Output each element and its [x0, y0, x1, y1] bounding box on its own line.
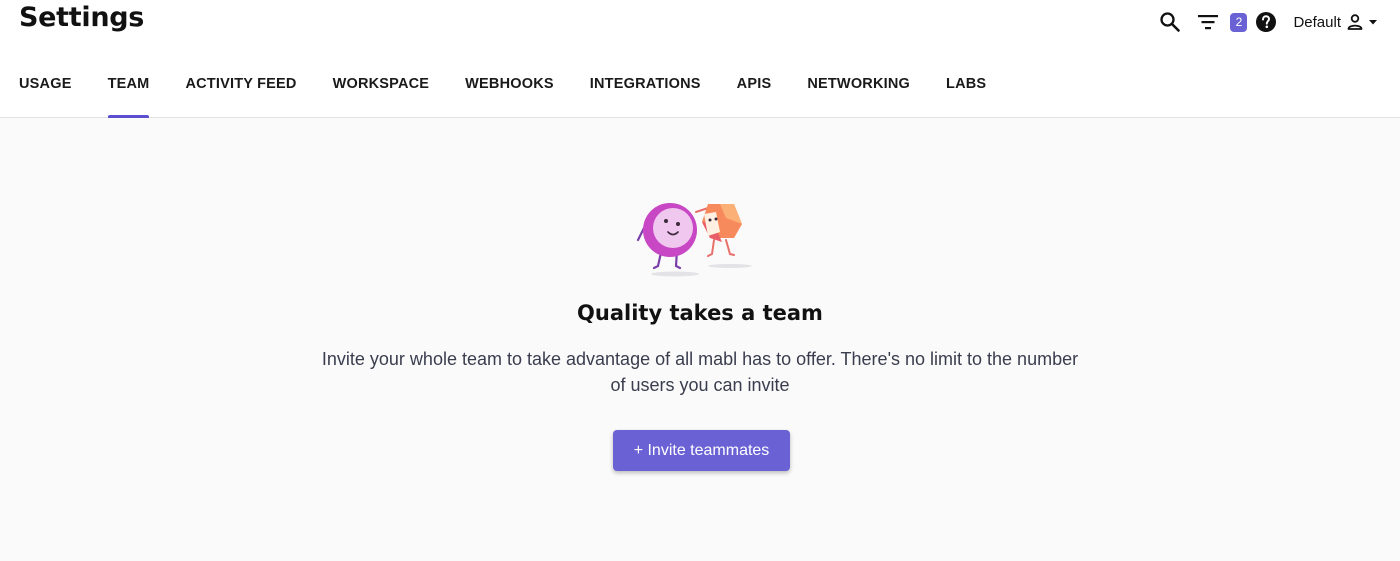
tab-usage[interactable]: USAGE: [19, 73, 72, 118]
empty-state-heading: Quality takes a team: [577, 301, 823, 325]
team-mascots-illustration: [636, 203, 752, 277]
caret-down-icon: [1368, 17, 1378, 27]
tab-workspace[interactable]: WORKSPACE: [333, 73, 430, 118]
tab-labs[interactable]: LABS: [946, 73, 986, 118]
tab-apis[interactable]: APIS: [737, 73, 772, 118]
search-icon[interactable]: [1157, 9, 1183, 35]
invite-teammates-button[interactable]: + Invite teammates: [613, 430, 790, 471]
tab-integrations[interactable]: INTEGRATIONS: [590, 73, 701, 118]
filter-count-badge[interactable]: 2: [1230, 12, 1248, 32]
workspace-label: Default: [1293, 13, 1341, 31]
help-icon[interactable]: [1253, 9, 1279, 35]
page-title: Settings: [19, 2, 145, 33]
user-icon: [1346, 13, 1364, 31]
header: Settings 2 Default USAGE TEAM ACTIVITY F…: [0, 0, 1400, 118]
top-actions: 2 Default: [1157, 8, 1378, 36]
tab-networking[interactable]: NETWORKING: [807, 73, 910, 118]
team-empty-state: Quality takes a team Invite your whole t…: [0, 118, 1400, 561]
settings-tabs: USAGE TEAM ACTIVITY FEED WORKSPACE WEBHO…: [19, 73, 1022, 118]
tab-activity-feed[interactable]: ACTIVITY FEED: [185, 73, 296, 118]
workspace-selector[interactable]: Default: [1293, 13, 1378, 31]
tab-team[interactable]: TEAM: [107, 73, 150, 118]
tab-webhooks[interactable]: WEBHOOKS: [465, 73, 554, 118]
empty-state-description: Invite your whole team to take advantage…: [321, 349, 1079, 395]
filter-icon[interactable]: [1195, 9, 1221, 35]
